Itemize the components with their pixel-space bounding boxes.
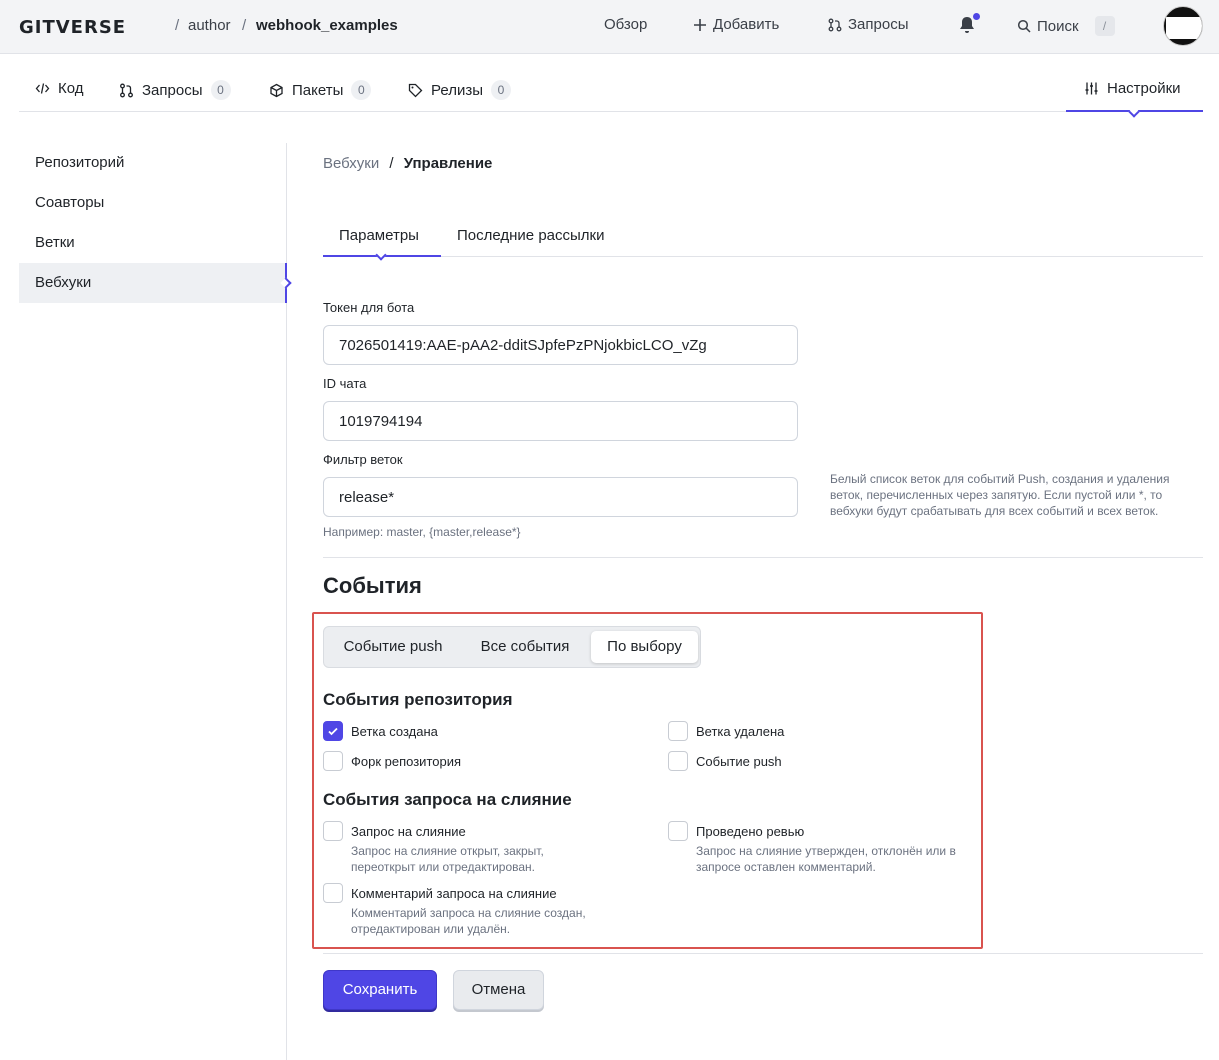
nav-requests[interactable]: Запросы: [828, 16, 909, 33]
review-description: Запрос на слияние утвержден, отклонён ил…: [696, 844, 956, 874]
nav-add-label: Добавить: [713, 16, 780, 33]
user-avatar[interactable]: [1163, 6, 1203, 46]
gitverse-logo[interactable]: GITVERSE: [19, 17, 126, 38]
releases-count-badge: 0: [490, 80, 511, 100]
pull-request-label: Запрос на слияние: [351, 824, 466, 839]
breadcrumb-separator: /: [242, 17, 247, 34]
sliders-icon: [1085, 82, 1098, 95]
divider: [323, 953, 1203, 954]
pr-comment-label: Комментарий запроса на слияние: [351, 886, 557, 901]
chat-id-label: ID чата: [323, 376, 367, 391]
settings-sidebar: Репозиторий Соавторы Ветки Вебхуки: [19, 143, 287, 303]
breadcrumb: Вебхуки / Управление: [323, 155, 492, 172]
repo-link[interactable]: webhook_examples: [256, 17, 398, 34]
push-label: Событие push: [696, 754, 782, 769]
webhook-subtabs: Параметры Последние рассылки: [323, 217, 1203, 261]
tab-settings-inner: Настройки: [1084, 80, 1181, 97]
notification-dot: [973, 13, 980, 20]
search-shortcut-key: /: [1094, 16, 1115, 36]
repo-events-title: События репозитория: [323, 690, 513, 709]
requests-count-badge: 0: [210, 80, 231, 100]
tab-code[interactable]: Код: [35, 80, 84, 97]
branch-created-label: Ветка создана: [351, 724, 438, 739]
tab-packages-label: Пакеты: [292, 81, 344, 99]
pr-comment-checkbox[interactable]: [323, 883, 343, 903]
tab-recent-deliveries[interactable]: Последние рассылки: [457, 227, 604, 244]
breadcrumb-separator: /: [389, 155, 394, 172]
tab-code-label: Код: [58, 80, 84, 97]
nav-overview-label: Обзор: [604, 16, 648, 33]
sidebar-item-webhooks[interactable]: Вебхуки: [19, 263, 287, 303]
mode-push-button[interactable]: Событие push: [328, 631, 458, 663]
breadcrumb-webhooks-link[interactable]: Вебхуки: [323, 155, 379, 172]
review-label: Проведено ревью: [696, 824, 805, 839]
save-button[interactable]: Сохранить: [323, 970, 437, 1010]
search-icon: [1017, 19, 1031, 33]
branch-filter-hint: Например: master, {master,release*}: [323, 525, 521, 539]
bot-token-input[interactable]: [323, 325, 798, 365]
event-mode-selector: Событие push Все события По выбору: [323, 626, 701, 668]
branch-deleted-checkbox[interactable]: [668, 721, 688, 741]
mode-custom-button[interactable]: По выбору: [591, 631, 698, 663]
tab-releases-label: Релизы: [431, 81, 483, 99]
pr-comment-description: Комментарий запроса на слияние создан, о…: [351, 906, 586, 936]
sidebar-item-collaborators[interactable]: Соавторы: [19, 183, 287, 223]
avatar-image: [1166, 17, 1202, 39]
repo-tabs: Код Запросы 0 Пакеты 0 Релизы 0 Настройк…: [19, 55, 1203, 118]
fork-checkbox[interactable]: [323, 751, 343, 771]
active-tab-indicator: [1128, 106, 1140, 118]
events-title: События: [323, 573, 422, 598]
mode-all-button[interactable]: Все события: [462, 631, 588, 663]
plus-icon: [694, 18, 706, 31]
tab-settings-label: Настройки: [1107, 80, 1181, 97]
tab-settings[interactable]: Настройки: [1066, 55, 1203, 118]
tab-parameters[interactable]: Параметры: [339, 227, 419, 244]
tab-packages[interactable]: Пакеты 0: [269, 80, 372, 100]
pull-request-checkbox[interactable]: [323, 821, 343, 841]
branch-filter-input[interactable]: [323, 477, 798, 517]
pull-request-description: Запрос на слияние открыт, закрыт, переот…: [351, 844, 544, 874]
sidebar-item-branches[interactable]: Ветки: [19, 223, 287, 263]
package-icon: [270, 83, 283, 97]
review-checkbox[interactable]: [668, 821, 688, 841]
token-label: Токен для бота: [323, 300, 415, 315]
branch-filter-label: Фильтр веток: [323, 452, 403, 467]
nav-add[interactable]: Добавить: [693, 16, 779, 33]
push-checkbox[interactable]: [668, 751, 688, 771]
tab-requests[interactable]: Запросы 0: [119, 80, 231, 100]
nav-search-label: Поиск: [1037, 17, 1079, 35]
nav-search[interactable]: Поиск /: [1017, 16, 1115, 36]
pull-request-icon: [120, 83, 133, 97]
chat-id-input[interactable]: [323, 401, 798, 441]
code-icon: [35, 83, 50, 94]
packages-count-badge: 0: [351, 80, 372, 100]
branch-deleted-label: Ветка удалена: [696, 724, 785, 739]
branch-filter-help: Белый список веток для событий Push, соз…: [830, 472, 1170, 518]
checkmark-icon: [328, 727, 338, 736]
tab-requests-label: Запросы: [142, 81, 203, 99]
pr-events-title: События запроса на слияние: [323, 790, 572, 809]
tag-icon: [408, 83, 423, 97]
breadcrumb-current: Управление: [403, 155, 493, 172]
pull-request-icon: [828, 18, 842, 31]
branch-created-checkbox[interactable]: [323, 721, 343, 741]
breadcrumb-separator: /: [175, 17, 180, 34]
subtab-active-caret: [375, 249, 387, 261]
tab-releases[interactable]: Релизы 0: [408, 80, 511, 100]
cancel-button[interactable]: Отмена: [453, 970, 544, 1010]
divider: [323, 557, 1203, 558]
nav-requests-label: Запросы: [848, 16, 909, 33]
nav-overview[interactable]: Обзор: [604, 16, 647, 33]
top-header: GITVERSE / author / webhook_examples Обз…: [0, 0, 1219, 54]
sidebar-item-repository[interactable]: Репозиторий: [19, 143, 287, 183]
fork-label: Форк репозитория: [351, 754, 462, 769]
owner-link[interactable]: author: [188, 17, 231, 34]
